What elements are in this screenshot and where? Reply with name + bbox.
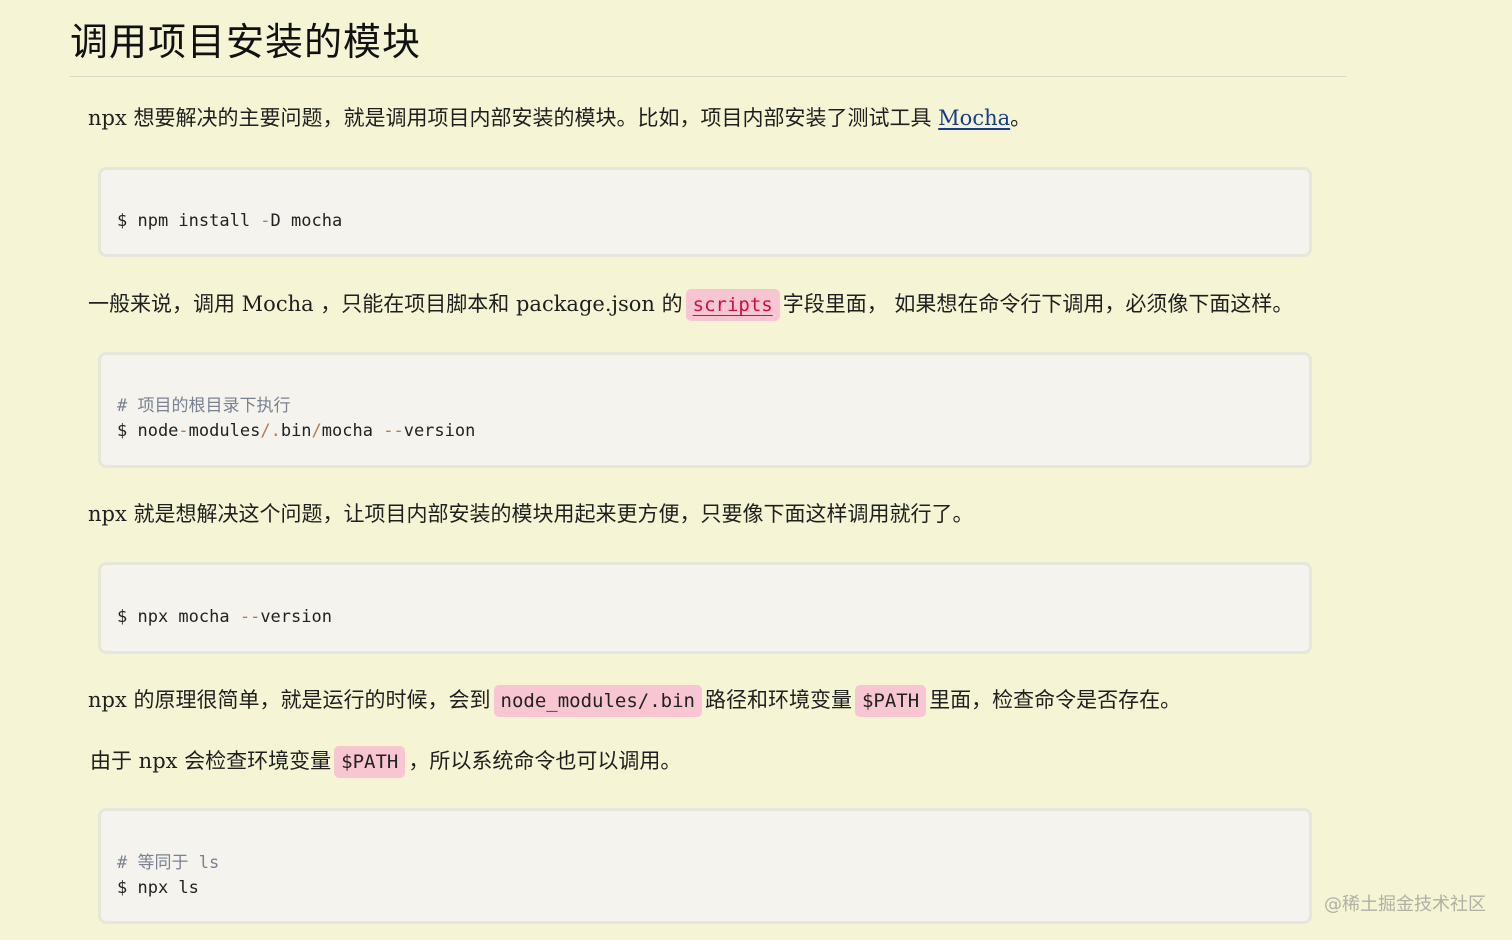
paragraph-intro: npx 想要解决的主要问题，就是调用项目内部安装的模块。比如，项目内部安装了测试…	[88, 102, 1031, 134]
watermark: @稀土掘金技术社区	[1324, 894, 1486, 915]
code-line: $ node-modules/.bin/mocha --version	[117, 421, 476, 441]
paragraph-npx-purpose-text: npx 就是想解决这个问题，让项目内部安装的模块用起来更方便，只要像下面这样调用…	[88, 502, 974, 526]
inline-code-path: $PATH	[854, 685, 927, 717]
paragraph-usage-text: 一般来说，调用 Mocha ，只能在项目脚本和 package.json 的	[88, 292, 683, 316]
paragraph-usage: 一般来说，调用 Mocha ，只能在项目脚本和 package.json 的 sc…	[88, 288, 1293, 321]
code-block-npx-ls[interactable]: # 等同于 ls $ npx ls	[98, 808, 1312, 924]
paragraph-intro-text: npx 想要解决的主要问题，就是调用项目内部安装的模块。比如，项目内部安装了测试…	[88, 106, 939, 130]
paragraph-system-commands: 由于 npx 会检查环境变量 $PATH ，所以系统命令也可以调用。	[90, 745, 681, 778]
paragraph-npx-purpose: npx 就是想解决这个问题，让项目内部安装的模块用起来更方便，只要像下面这样调用…	[88, 498, 973, 530]
code-comment: # 等同于 ls	[117, 853, 220, 873]
code-block-install[interactable]: $ npm install -D mocha	[98, 167, 1312, 257]
code-block-local-bin[interactable]: # 项目的根目录下执行 $ node-modules/.bin/mocha --…	[98, 352, 1312, 468]
paragraph-principle: npx 的原理很简单，就是运行的时候，会到 node_modules/.bin 路径…	[88, 684, 1181, 717]
paragraph-usage-suffix: 字段里面， 如果想在命令行下调用，必须像下面这样。	[782, 292, 1294, 316]
inline-code-path: $PATH	[334, 746, 406, 778]
code-block-npx-mocha[interactable]: $ npx mocha --version	[98, 562, 1312, 654]
code-line: $ npm install -D mocha	[117, 211, 343, 231]
paragraph-intro-suffix: 。	[1010, 106, 1032, 130]
paragraph-principle-suffix: 里面，检查命令是否存在。	[929, 688, 1182, 712]
inline-code-node-modules-bin: node_modules/.bin	[493, 685, 702, 717]
paragraph-principle-mid: 路径和环境变量	[704, 688, 852, 712]
page-title: 调用项目安装的模块	[70, 0, 1346, 77]
code-line: $ npx ls	[117, 878, 199, 898]
code-line: $ npx mocha --version	[117, 607, 332, 627]
paragraph-system-commands-text: 由于 npx 会检查环境变量	[90, 749, 332, 773]
mocha-link[interactable]: Mocha	[938, 106, 1010, 130]
paragraph-principle-text: npx 的原理很简单，就是运行的时候，会到	[88, 688, 491, 712]
paragraph-system-commands-suffix: ，所以系统命令也可以调用。	[408, 749, 682, 773]
code-comment: # 项目的根目录下执行	[117, 396, 291, 416]
article: 调用项目安装的模块 npx 想要解决的主要问题，就是调用项目内部安装的模块。比如…	[70, 0, 1346, 924]
inline-code-scripts[interactable]: scripts	[685, 289, 780, 321]
